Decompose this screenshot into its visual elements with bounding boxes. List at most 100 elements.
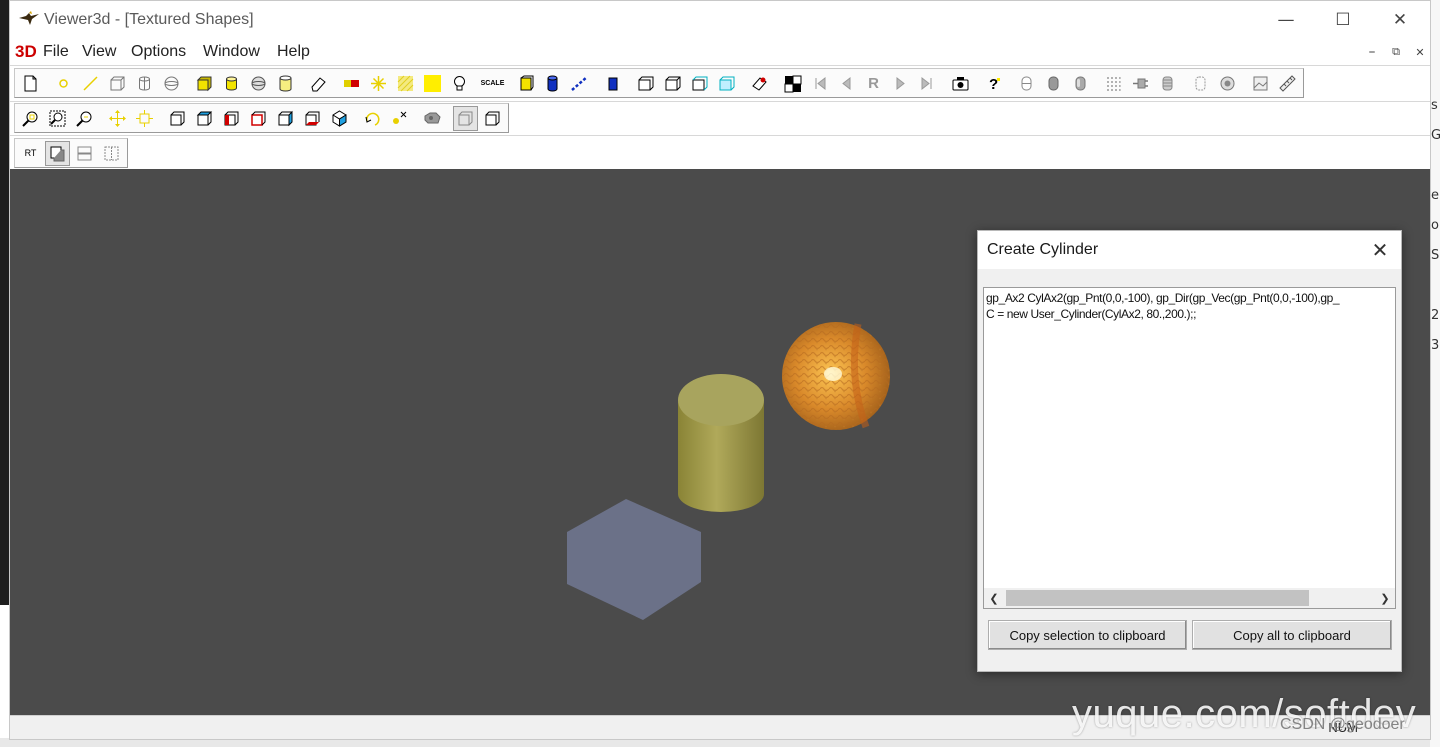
view-toolbar (14, 103, 509, 133)
cylinder (678, 374, 764, 512)
replay-button[interactable]: R (861, 71, 886, 96)
texture-icon[interactable] (393, 71, 418, 96)
menu-file[interactable]: File (43, 43, 69, 61)
view-back-icon[interactable] (660, 71, 685, 96)
grid-icon[interactable] (1101, 71, 1126, 96)
color-icon[interactable] (339, 71, 364, 96)
skip-start-icon[interactable] (807, 71, 832, 96)
box-wire-icon[interactable] (105, 71, 130, 96)
shape-yellow-icon[interactable] (513, 71, 538, 96)
capsule-smooth-icon[interactable] (1068, 71, 1093, 96)
textured-sphere (782, 322, 890, 430)
view-right-icon[interactable] (273, 106, 298, 131)
mdi-restore-icon[interactable]: ⧉ (1385, 43, 1407, 61)
cylinder-shaded-icon[interactable] (219, 71, 244, 96)
view-left-icon[interactable] (219, 106, 244, 131)
spring-icon[interactable] (1155, 71, 1180, 96)
scale-button[interactable]: SCALE (480, 71, 505, 96)
sphere-shaded-icon[interactable] (246, 71, 271, 96)
image-icon[interactable] (1248, 71, 1273, 96)
light-star-icon[interactable] (366, 71, 391, 96)
line-icon[interactable] (78, 71, 103, 96)
view-front-2-icon[interactable] (165, 106, 190, 131)
scroll-left-icon[interactable]: ❮ (984, 588, 1004, 608)
zoom-all-icon[interactable] (45, 106, 70, 131)
view-bottom-icon[interactable] (300, 106, 325, 131)
rotate-point-icon[interactable] (387, 106, 412, 131)
code-line: gp_Ax2 CylAx2(gp_Pnt(0,0,-100), gp_Dir(g… (986, 291, 1340, 305)
maximize-icon[interactable]: ☐ (1314, 1, 1372, 39)
view-axo-icon[interactable] (327, 106, 352, 131)
code-text-area[interactable]: gp_Ax2 CylAx2(gp_Pnt(0,0,-100), gp_Dir(g… (983, 287, 1396, 609)
dialog-title-bar[interactable]: Create Cylinder ✕ (978, 231, 1401, 269)
cylinder-blue-icon[interactable] (540, 71, 565, 96)
code-line: C = new User_Cylinder(CylAx2, 80.,200.);… (986, 307, 1197, 321)
dotted-capsule-icon[interactable] (1188, 71, 1213, 96)
point-icon[interactable] (51, 71, 76, 96)
menu-window[interactable]: Window (203, 43, 260, 61)
window-title: Viewer3d - [Textured Shapes] (44, 11, 254, 28)
app-bird-icon (18, 10, 40, 30)
copy-all-button[interactable]: Copy all to clipboard (1192, 620, 1392, 650)
rotate-icon[interactable] (360, 106, 385, 131)
hidden-line-on-icon[interactable] (453, 105, 478, 131)
horizontal-scrollbar[interactable]: ❮ ❯ (984, 588, 1395, 608)
bg-text-fragment: 3 (1431, 338, 1440, 353)
main-toolbar: SCALE R ? (14, 68, 1304, 98)
sphere-wire-icon[interactable] (159, 71, 184, 96)
menu-help[interactable]: Help (277, 43, 310, 61)
toolbar-row-3: RT (10, 135, 1430, 169)
help-icon[interactable]: ? (981, 71, 1006, 96)
global-pan-icon[interactable] (132, 106, 157, 131)
pan-icon[interactable] (105, 106, 130, 131)
title-bar[interactable]: Viewer3d - [Textured Shapes] — ☐ ✕ (10, 1, 1430, 39)
menu-options[interactable]: Options (131, 43, 186, 61)
ruler-icon[interactable] (1275, 71, 1300, 96)
camera-icon[interactable] (948, 71, 973, 96)
eye-icon[interactable] (1215, 71, 1240, 96)
cylinder-wire-icon[interactable] (132, 71, 157, 96)
checker-icon[interactable] (780, 71, 805, 96)
blue-shape-icon[interactable] (600, 71, 625, 96)
capsule-shaded-icon[interactable] (1041, 71, 1066, 96)
lightbulb-icon[interactable] (447, 71, 472, 96)
create-cylinder-dialog: Create Cylinder ✕ gp_Ax2 CylAx2(gp_Pnt(0… (977, 230, 1402, 672)
view-transparent-icon[interactable] (714, 71, 739, 96)
eraser-icon[interactable] (306, 71, 331, 96)
bg-text-fragment: o (1431, 218, 1439, 233)
copy-selection-button[interactable]: Copy selection to clipboard (988, 620, 1187, 650)
view-side-icon[interactable] (687, 71, 712, 96)
menu-view[interactable]: View (82, 43, 116, 61)
dialog-close-icon[interactable]: ✕ (1365, 236, 1395, 264)
view-front-icon[interactable] (633, 71, 658, 96)
capsule-wire-icon[interactable] (1014, 71, 1039, 96)
reflections-icon[interactable] (72, 141, 97, 166)
step-forward-icon[interactable] (888, 71, 913, 96)
mdi-close-icon[interactable]: ✕ (1409, 43, 1431, 61)
view-top-icon[interactable] (192, 106, 217, 131)
render-toolbar: RT (14, 138, 128, 168)
desktop-background (0, 0, 9, 605)
box-shaded-icon[interactable] (192, 71, 217, 96)
antialiasing-icon[interactable] (99, 141, 124, 166)
plug-icon[interactable] (1128, 71, 1153, 96)
hidden-line-off-icon[interactable] (480, 106, 505, 131)
raytrace-button[interactable]: RT (18, 141, 43, 166)
scrollbar-thumb[interactable] (1006, 590, 1309, 606)
scroll-right-icon[interactable]: ❯ (1375, 588, 1395, 608)
reset-view-icon[interactable] (420, 106, 445, 131)
new-file-icon[interactable] (18, 71, 43, 96)
cylinder-tall-icon[interactable] (273, 71, 298, 96)
mdi-minimize-icon[interactable]: ⎯ (1361, 43, 1383, 61)
skip-end-icon[interactable] (915, 71, 940, 96)
close-icon[interactable]: ✕ (1371, 1, 1429, 39)
zoom-window-icon[interactable] (18, 106, 43, 131)
dashed-line-icon[interactable] (567, 71, 592, 96)
shadows-icon[interactable] (45, 140, 70, 166)
minimize-icon[interactable]: — (1257, 1, 1315, 39)
material-icon[interactable] (420, 71, 445, 96)
view-back-2-icon[interactable] (246, 106, 271, 131)
zoom-dynamic-icon[interactable] (72, 106, 97, 131)
step-back-icon[interactable] (834, 71, 859, 96)
erase-shape-icon[interactable] (747, 71, 772, 96)
